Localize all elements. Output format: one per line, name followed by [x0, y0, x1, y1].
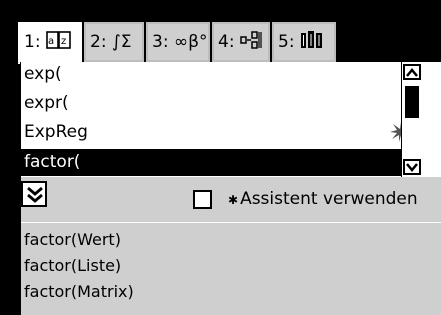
tab-label: 5:: [278, 32, 295, 52]
list-item[interactable]: ExpReg: [21, 120, 419, 144]
tab-library[interactable]: 5:: [272, 22, 336, 62]
template-icon: [240, 31, 262, 49]
tab-templates[interactable]: 4:: [212, 22, 270, 62]
tab-label: 3: ∞β°: [152, 32, 208, 52]
assistant-checkbox[interactable]: [193, 190, 212, 209]
scroll-down-button[interactable]: [403, 159, 421, 175]
help-panel: ✱ Assistent verwenden factor(Wert) factor…: [20, 177, 441, 315]
assistant-label-text: Assistent verwenden: [240, 189, 418, 209]
expand-button[interactable]: [21, 181, 47, 207]
syntax-item: factor(Wert): [24, 230, 121, 249]
book-icon: a z: [46, 31, 71, 49]
tab-symbols[interactable]: 3: ∞β°: [146, 22, 210, 62]
syntax-item: factor(Liste): [24, 256, 122, 275]
sparkle-icon: ✱: [228, 193, 239, 207]
catalog-list[interactable]: exp( expr( ExpReg factor(: [20, 62, 441, 177]
chevron-up-icon: [406, 68, 418, 77]
chevron-down-icon: [406, 163, 418, 172]
assistant-label[interactable]: ✱ Assistent verwenden: [228, 189, 418, 209]
tab-label: 2: ∫Σ: [90, 32, 132, 52]
tab-label: 1:: [24, 32, 41, 52]
syntax-list: factor(Wert) factor(Liste) factor(Matrix…: [21, 227, 441, 305]
list-scrollbar[interactable]: [401, 62, 421, 177]
double-chevron-down-icon: [27, 186, 43, 203]
tab-catalog[interactable]: 1: a z: [18, 22, 82, 64]
svg-text:a: a: [48, 36, 54, 47]
tab-label: 4:: [218, 32, 235, 52]
svg-text:z: z: [61, 36, 66, 47]
syntax-item: factor(Matrix): [24, 282, 134, 301]
list-item[interactable]: expr(: [21, 91, 419, 115]
library-icon: [300, 31, 322, 48]
tab-math[interactable]: 2: ∫Σ: [84, 22, 144, 62]
tab-bar: 1: a z 2: ∫Σ 3: ∞β° 4: 5:: [0, 0, 441, 64]
list-item[interactable]: exp(: [21, 62, 419, 86]
divider: [21, 222, 441, 223]
list-item-selected[interactable]: factor(: [21, 149, 419, 176]
scroll-up-button[interactable]: [403, 64, 421, 80]
scroll-thumb[interactable]: [405, 86, 419, 118]
